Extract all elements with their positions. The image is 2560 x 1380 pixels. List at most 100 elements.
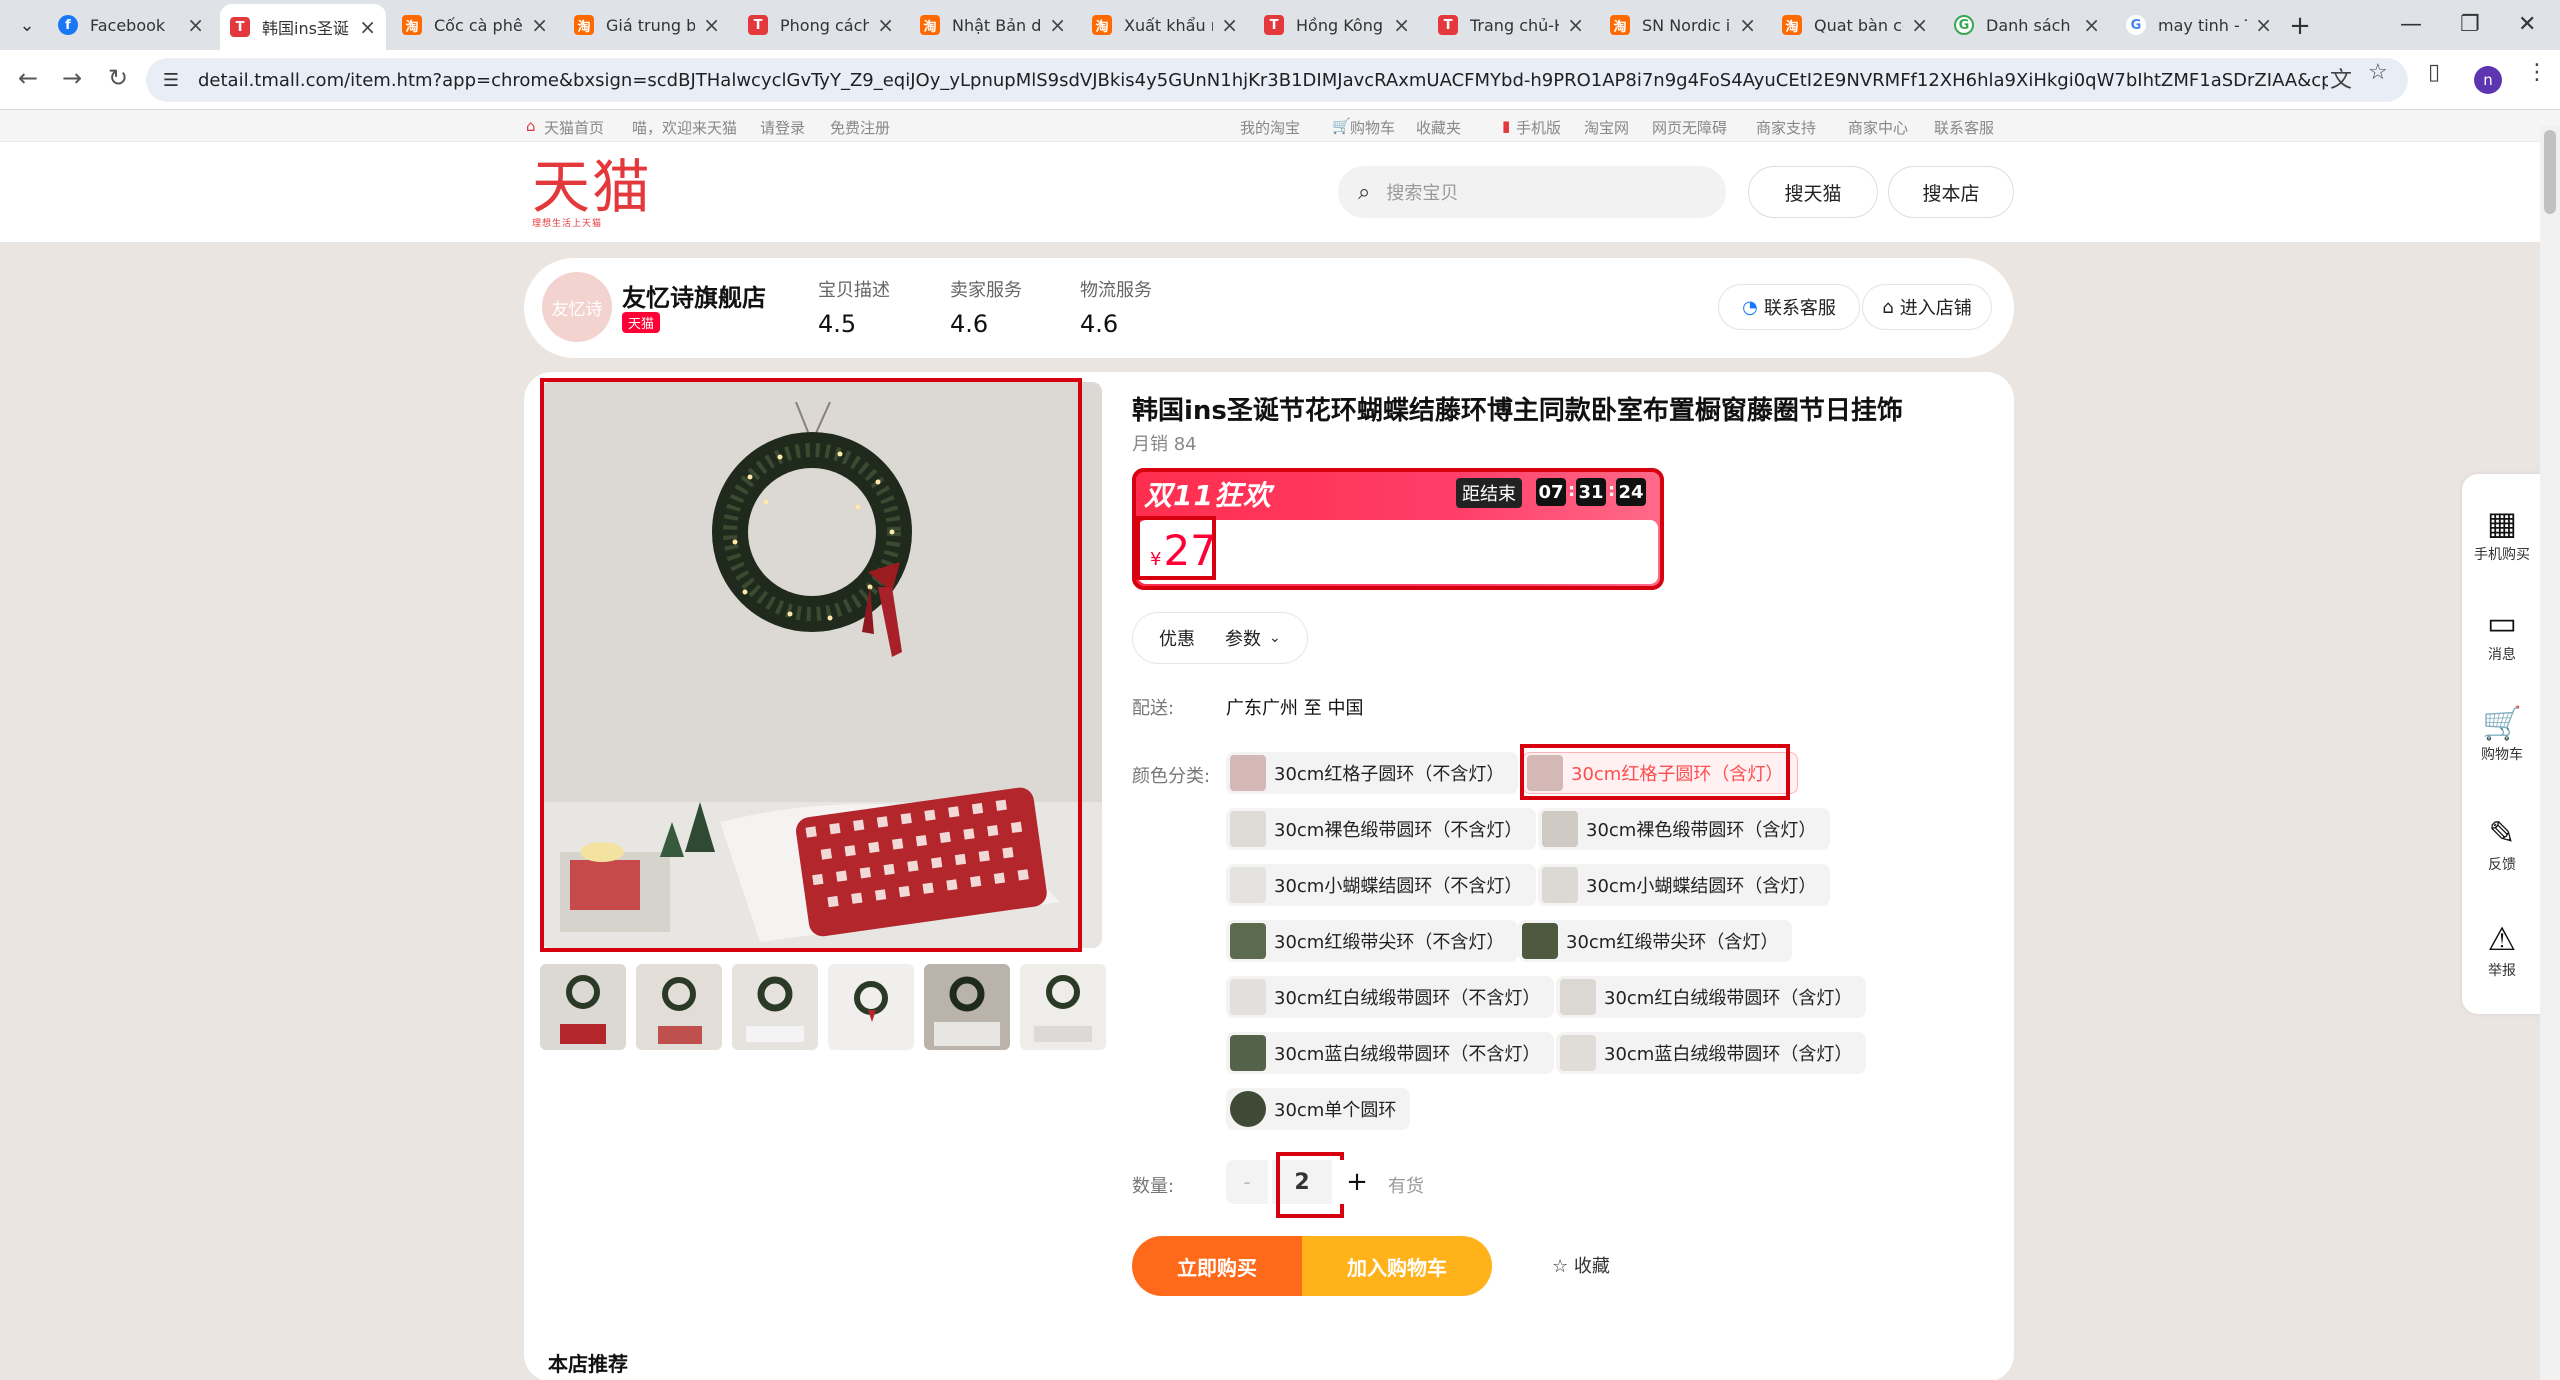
browser-tab-active[interactable]: T 韩国ins圣诞 ×	[220, 4, 386, 50]
thumbnail-2[interactable]	[636, 964, 722, 1050]
quantity-increment-button[interactable]: +	[1336, 1160, 1378, 1204]
close-tab-icon[interactable]: ×	[1393, 13, 1410, 37]
close-tab-icon[interactable]: ×	[703, 13, 720, 37]
contact-service-button[interactable]: ◔ 联系客服	[1718, 284, 1860, 330]
close-tab-icon[interactable]: ×	[187, 13, 204, 37]
quantity-input[interactable]: 2	[1272, 1160, 1332, 1204]
thumbnail-6[interactable]	[1020, 964, 1106, 1050]
favorites-link[interactable]: 收藏夹	[1416, 117, 1461, 138]
bookmark-star-icon[interactable]: ☆	[2368, 60, 2388, 85]
search-store-button[interactable]: 搜本店	[1888, 166, 2014, 218]
minimize-icon[interactable]: —	[2400, 12, 2422, 37]
close-tab-icon[interactable]: ×	[2083, 13, 2100, 37]
home-icon[interactable]: ⌂	[526, 117, 536, 135]
omnibox[interactable]: ☰ detail.tmall.com/item.htm?app=chrome&b…	[146, 58, 2408, 102]
tab-params[interactable]: 参数	[1225, 625, 1261, 651]
quantity-decrement-button[interactable]: -	[1226, 1160, 1268, 1204]
cart-tool[interactable]: 🛒 购物车	[2462, 704, 2542, 764]
ship-value[interactable]: 广东广州 至 中国	[1226, 694, 1363, 720]
browser-tab[interactable]: T Trang chủ-H ×	[1428, 6, 1594, 44]
browser-tab[interactable]: G Danh sách d ×	[1944, 6, 2110, 44]
translate-icon[interactable]: 文	[2330, 62, 2352, 94]
browser-tab[interactable]: 淘 Cốc cà phê t ×	[392, 6, 558, 44]
side-panel-icon[interactable]: ▯	[2428, 60, 2440, 85]
add-to-cart-button[interactable]: 加入购物车	[1302, 1236, 1492, 1296]
close-tab-icon[interactable]: ×	[1049, 13, 1066, 37]
close-window-icon[interactable]: ✕	[2518, 12, 2536, 37]
merchant-support-link[interactable]: 商家支持	[1756, 117, 1816, 138]
login-link[interactable]: 请登录	[760, 117, 805, 138]
shop-avatar[interactable]: 友忆诗	[542, 272, 612, 342]
taobao-link[interactable]: 淘宝网	[1584, 117, 1629, 138]
close-tab-icon[interactable]: ×	[1221, 13, 1238, 37]
back-icon[interactable]: ←	[12, 64, 44, 92]
register-link[interactable]: 免费注册	[830, 117, 890, 138]
shop-name[interactable]: 友忆诗旗舰店	[622, 278, 766, 313]
site-info-icon[interactable]: ☰	[160, 70, 182, 91]
chevron-down-icon[interactable]: ⌄	[1269, 630, 1281, 646]
search-box[interactable]: ⌕ 搜索宝贝	[1338, 166, 1726, 218]
sku-option[interactable]: 30cm蓝白绒缎带圆环（含灯）	[1556, 1032, 1867, 1074]
sku-option[interactable]: 30cm红格子圆环（不含灯）	[1226, 752, 1519, 794]
scrollbar-thumb[interactable]	[2544, 130, 2556, 214]
browser-tab[interactable]: T Phong cách ×	[738, 6, 904, 44]
product-main-image[interactable]	[540, 382, 1102, 948]
sku-option[interactable]: 30cm单个圆环	[1226, 1088, 1411, 1130]
cart-icon[interactable]: 🛒	[1332, 117, 1351, 135]
close-tab-icon[interactable]: ×	[1911, 13, 1928, 37]
thumbnail-5[interactable]	[924, 964, 1010, 1050]
messages-tool[interactable]: ▭ 消息	[2462, 604, 2542, 664]
accessibility-link[interactable]: 网页无障碍	[1652, 117, 1727, 138]
thumbnail-4[interactable]	[828, 964, 914, 1050]
thumbnail-3[interactable]	[732, 964, 818, 1050]
new-tab-icon[interactable]: +	[2284, 10, 2316, 42]
cart-link[interactable]: 购物车	[1350, 117, 1395, 138]
forward-icon[interactable]: →	[56, 64, 88, 92]
browser-tab[interactable]: T Hồng Kông ×	[1254, 6, 1420, 44]
close-tab-icon[interactable]: ×	[2255, 13, 2272, 37]
search-tmall-button[interactable]: 搜天猫	[1748, 166, 1878, 218]
my-taobao-link[interactable]: 我的淘宝	[1240, 117, 1300, 138]
sku-option[interactable]: 30cm裸色缎带圆环（不含灯）	[1226, 808, 1537, 850]
close-tab-icon[interactable]: ×	[1567, 13, 1584, 37]
browser-tab[interactable]: 淘 Nhật Bản dũ ×	[910, 6, 1076, 44]
sku-option[interactable]: 30cm红白绒缎带圆环（含灯）	[1556, 976, 1867, 1018]
mobile-link[interactable]: 手机版	[1516, 117, 1561, 138]
enter-store-button[interactable]: ⌂ 进入店铺	[1862, 284, 1992, 330]
restore-icon[interactable]: ❐	[2460, 12, 2480, 37]
tmall-home-link[interactable]: 天猫首页	[544, 117, 604, 138]
browser-tab[interactable]: 淘 SN Nordic ir ×	[1600, 6, 1766, 44]
sku-option[interactable]: 30cm裸色缎带圆环（含灯）	[1538, 808, 1831, 850]
sku-option[interactable]: 30cm红缎带尖环（不含灯）	[1226, 920, 1519, 962]
close-tab-icon[interactable]: ×	[359, 15, 376, 39]
close-tab-icon[interactable]: ×	[531, 13, 548, 37]
sku-option[interactable]: 30cm红白绒缎带圆环（不含灯）	[1226, 976, 1555, 1018]
browser-tab[interactable]: f Facebook ×	[48, 6, 214, 44]
close-tab-icon[interactable]: ×	[877, 13, 894, 37]
sku-option[interactable]: 30cm小蝴蝶结圆环（不含灯）	[1226, 864, 1537, 906]
browser-menu-icon[interactable]: ⋮	[2526, 60, 2548, 85]
browser-tab[interactable]: G may tinh - T ×	[2116, 6, 2282, 44]
browser-tab[interactable]: 淘 Xuất khẩu n ×	[1082, 6, 1248, 44]
page-scrollbar[interactable]	[2540, 126, 2560, 1380]
close-tab-icon[interactable]: ×	[1739, 13, 1756, 37]
browser-tab[interactable]: 淘 Quat bàn cổ ×	[1772, 6, 1938, 44]
feedback-tool[interactable]: ✎ 反馈	[2462, 814, 2542, 874]
browser-tab[interactable]: 淘 Giá trung bì ×	[564, 6, 730, 44]
thumbnail-1[interactable]	[540, 964, 626, 1050]
sku-option[interactable]: 30cm蓝白绒缎带圆环（不含灯）	[1226, 1032, 1555, 1074]
tmall-logo[interactable]: 天猫 理想生活上天猫	[532, 158, 652, 229]
favorite-button[interactable]: ☆ 收藏	[1552, 1252, 1610, 1278]
tab-discount[interactable]: 优惠	[1159, 625, 1195, 651]
profile-avatar[interactable]: n	[2474, 66, 2502, 94]
customer-service-link[interactable]: 联系客服	[1934, 117, 1994, 138]
sku-option[interactable]: 30cm小蝴蝶结圆环（含灯）	[1538, 864, 1831, 906]
sku-option-selected[interactable]: 30cm红格子圆环（含灯）	[1522, 752, 1799, 794]
buy-now-button[interactable]: 立即购买	[1132, 1236, 1302, 1296]
sku-option[interactable]: 30cm红缎带尖环（含灯）	[1518, 920, 1793, 962]
report-tool[interactable]: ⚠ 举报	[2462, 920, 2542, 980]
mobile-buy-tool[interactable]: ▦ 手机购买	[2462, 504, 2542, 564]
merchant-center-link[interactable]: 商家中心	[1848, 117, 1908, 138]
url-text[interactable]: detail.tmall.com/item.htm?app=chrome&bxs…	[198, 70, 2328, 91]
tab-search-icon[interactable]: ⌄	[12, 10, 42, 40]
